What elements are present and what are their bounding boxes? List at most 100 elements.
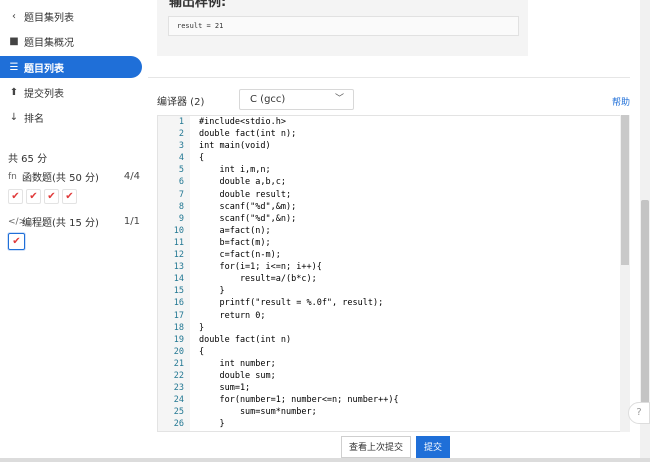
line-number: 25 [173,407,184,418]
check-icon: ✔ [65,191,74,202]
code-icon: </> [8,216,27,227]
code-text: double fact(int n) [199,334,292,345]
sample-output-card: 输出样例: result = 21 [157,0,528,56]
line-number: 6 [178,177,184,188]
code-line: 7 double result; [158,189,629,201]
code-line: 16 printf("result = %.0f", result); [158,297,629,309]
sidebar-item-problem-list[interactable]: ☰ 题目列表 [0,56,142,78]
code-text: } [199,286,225,297]
line-number: 19 [173,334,184,345]
code-line: 18} [158,322,629,334]
line-number: 24 [173,395,184,406]
line-number: 14 [173,274,184,285]
problem-check-2[interactable]: ✔ [26,189,41,204]
category-count: 1/1 [123,216,140,227]
code-text: int number; [199,358,276,369]
function-icon: fn [8,171,17,182]
code-line: 19 double fact(int n) [158,334,629,346]
sidebar-item-label: 题目集概况 [24,37,74,49]
sidebar-item-label: 题目列表 [24,63,64,75]
code-line: 15 } [158,285,629,297]
check-icon: ✔ [47,191,56,202]
line-number: 23 [173,383,184,394]
line-number: 16 [173,298,184,309]
programming-problem-list: ✔ [8,233,25,250]
chevron-left-icon: ‹ [12,10,16,22]
total-score: 共 65 分 [8,154,48,165]
upload-icon: ⬆ [9,86,19,98]
line-number: 13 [173,262,184,273]
code-text: for(number=1; number<=n; number++){ [199,395,399,406]
page-scrollbar[interactable] [640,0,650,462]
sample-output-box: result = 21 [168,16,519,36]
line-number: 12 [173,250,184,261]
category-function[interactable]: fn 函数题(共 50 分) 4/4 [8,169,140,184]
sidebar-item-ranking[interactable]: ↓ 排名 [8,106,44,128]
sidebar-item-overview[interactable]: ■ 题目集概况 [8,30,74,52]
editor-scroll-thumb[interactable] [621,115,629,265]
code-line: 17 return 0; [158,310,629,322]
code-text: #include<stdio.h> [199,117,286,127]
code-line: 2 double fact(int n); [158,128,629,140]
editor-scrollbar[interactable] [620,115,630,432]
code-text: return 0; [199,310,266,321]
code-text: result=a/(b*c); [199,274,317,285]
problem-check-3[interactable]: ✔ [44,189,59,204]
category-programming[interactable]: </> 编程题(共 15 分) 1/1 [8,214,140,229]
compiler-label: 编译器 (2) [157,97,205,108]
code-line: 11 b=fact(m); [158,237,629,249]
line-number: 8 [178,201,184,212]
sample-output-title: 输出样例: [169,0,227,10]
code-line: 6 double a,b,c; [158,176,629,188]
line-number: 7 [178,189,184,200]
compiler-selected-value: C (gcc) [250,94,286,105]
line-number: 11 [173,237,184,248]
code-text: double sum; [199,370,276,381]
problem-check-selected[interactable]: ✔ [8,233,25,250]
code-text: for(i=1; i<=n; i++){ [199,262,322,273]
code-text: double a,b,c; [199,177,286,188]
code-line: 23 sum=1; [158,382,629,394]
submit-button[interactable]: 提交 [416,436,450,458]
sidebar-item-label: 排名 [24,113,44,125]
code-line: 21 int number; [158,358,629,370]
problem-check-4[interactable]: ✔ [62,189,77,204]
list-icon: ☰ [9,61,19,73]
line-number: 1 [178,117,184,127]
view-last-submission-button[interactable]: 查看上次提交 [341,436,411,458]
code-text: c=fact(n-m); [199,250,281,261]
taskbar [0,458,650,462]
line-number: 10 [173,225,184,236]
code-text: printf("result = %.0f", result); [199,298,384,309]
code-text: scanf("%d",&n); [199,213,297,224]
code-text: sum=1; [199,383,251,394]
line-number: 15 [173,286,184,297]
feedback-icon[interactable]: ? [628,402,650,424]
chevron-down-icon: ﹀ [334,94,344,104]
line-number: 17 [173,310,184,321]
code-text: int i,m,n; [199,165,271,176]
check-icon: ✔ [29,191,38,202]
help-link[interactable]: 帮助 [612,95,630,108]
category-label: 函数题(共 50 分) [22,173,99,184]
line-number: 21 [173,358,184,369]
code-text: b=fact(m); [199,237,271,248]
sidebar-item-problem-set-list[interactable]: ‹ 题目集列表 [8,5,74,27]
category-label: 编程题(共 15 分) [22,218,99,229]
code-editor[interactable]: 1 #include<stdio.h> 2 double fact(int n); 3 i… [157,115,630,432]
sidebar-item-submissions[interactable]: ⬆ 提交列表 [8,81,64,103]
code-text: int main(void) [199,141,271,152]
problem-check-1[interactable]: ✔ [8,189,23,204]
code-line: 14 result=a/(b*c); [158,273,629,285]
line-number: 18 [173,322,184,333]
code-line: 5 int i,m,n; [158,164,629,176]
code-text: sum=sum*number; [199,407,317,418]
page-scroll-thumb[interactable] [641,200,649,420]
line-number: 22 [173,370,184,381]
code-line: 1 #include<stdio.h> [158,116,629,128]
code-area[interactable]: 1 #include<stdio.h> 2 double fact(int n); 3 i… [158,116,629,430]
code-line: 13 for(i=1; i<=n; i++){ [158,261,629,273]
book-icon: ■ [9,35,19,47]
line-number: 5 [178,165,184,176]
compiler-select[interactable]: C (gcc) ﹀ [239,89,354,110]
